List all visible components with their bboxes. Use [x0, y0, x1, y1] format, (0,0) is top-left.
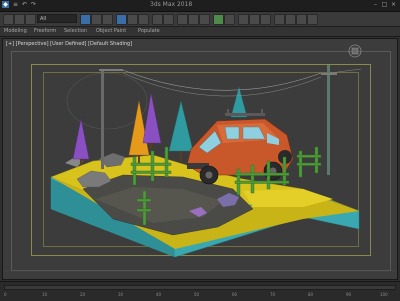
layer-explorer-icon[interactable]	[238, 14, 249, 25]
scale-icon[interactable]	[138, 14, 149, 25]
curve-editor-icon[interactable]	[249, 14, 260, 25]
timeline-bar: 0 10 20 30 40 50 60 70 80 90 100	[0, 281, 400, 301]
rotate-gizmo-ring	[66, 72, 148, 130]
perspective-viewport[interactable]: [+] [Perspective] [User Defined] [Defaul…	[2, 38, 398, 280]
snaps-toggle-icon[interactable]	[177, 14, 188, 25]
main-toolbar: All	[0, 12, 400, 27]
file-menu-icon[interactable]: ≡	[12, 1, 19, 8]
rectangle-selection-icon[interactable]	[102, 14, 113, 25]
3ds-max-window: ◆ ≡ ↶ ↷ 3ds Max 2018 – □ × All Modeling …	[0, 0, 400, 301]
bind-space-warp-icon[interactable]	[25, 14, 36, 25]
maximize-icon[interactable]: □	[381, 1, 388, 8]
percent-snap-icon[interactable]	[199, 14, 210, 25]
tree-purple-back	[142, 92, 162, 144]
minimize-icon[interactable]: –	[372, 1, 379, 8]
tree-teal-small	[230, 86, 248, 118]
select-object-icon[interactable]	[80, 14, 91, 25]
tree-teal	[168, 100, 194, 152]
unlink-icon[interactable]	[14, 14, 25, 25]
material-editor-icon[interactable]	[274, 14, 285, 25]
ribbon-tabs: Modeling Freeform Selection Object Paint…	[0, 27, 400, 37]
scene-render	[3, 65, 397, 272]
render-teapot-icon[interactable]	[307, 14, 318, 25]
wire-2	[122, 72, 322, 97]
pivot-center-icon[interactable]	[163, 14, 174, 25]
window-title: 3ds Max 2018	[150, 1, 193, 8]
timeline-ticks: 0 10 20 30 40 50 60 70 80 90 100	[4, 292, 388, 297]
tab-freeform[interactable]: Freeform	[34, 28, 56, 34]
tab-object-paint[interactable]: Object Paint	[96, 28, 126, 34]
menu-bar: ◆ ≡ ↶ ↷ 3ds Max 2018 – □ ×	[0, 0, 400, 12]
app-icon[interactable]: ◆	[2, 1, 9, 8]
close-icon[interactable]: ×	[390, 1, 397, 8]
tab-modeling[interactable]: Modeling	[4, 28, 27, 34]
undo-icon[interactable]: ↶	[21, 1, 28, 8]
render-setup-icon[interactable]	[285, 14, 296, 25]
move-icon[interactable]	[116, 14, 127, 25]
pole-right	[327, 65, 330, 175]
link-icon[interactable]	[3, 14, 14, 25]
schematic-view-icon[interactable]	[260, 14, 271, 25]
tab-selection[interactable]: Selection	[64, 28, 87, 34]
select-by-name-icon[interactable]	[91, 14, 102, 25]
render-frame-icon[interactable]	[296, 14, 307, 25]
redo-icon[interactable]: ↷	[30, 1, 37, 8]
selection-filter-dropdown[interactable]: All	[37, 14, 77, 23]
tab-populate[interactable]: Populate	[138, 28, 160, 34]
reference-coordinate-icon[interactable]	[152, 14, 163, 25]
time-slider[interactable]	[4, 285, 396, 290]
angle-snap-icon[interactable]	[188, 14, 199, 25]
align-icon[interactable]	[224, 14, 235, 25]
mirror-icon[interactable]	[213, 14, 224, 25]
rotate-icon[interactable]	[127, 14, 138, 25]
pole-left	[101, 69, 104, 169]
